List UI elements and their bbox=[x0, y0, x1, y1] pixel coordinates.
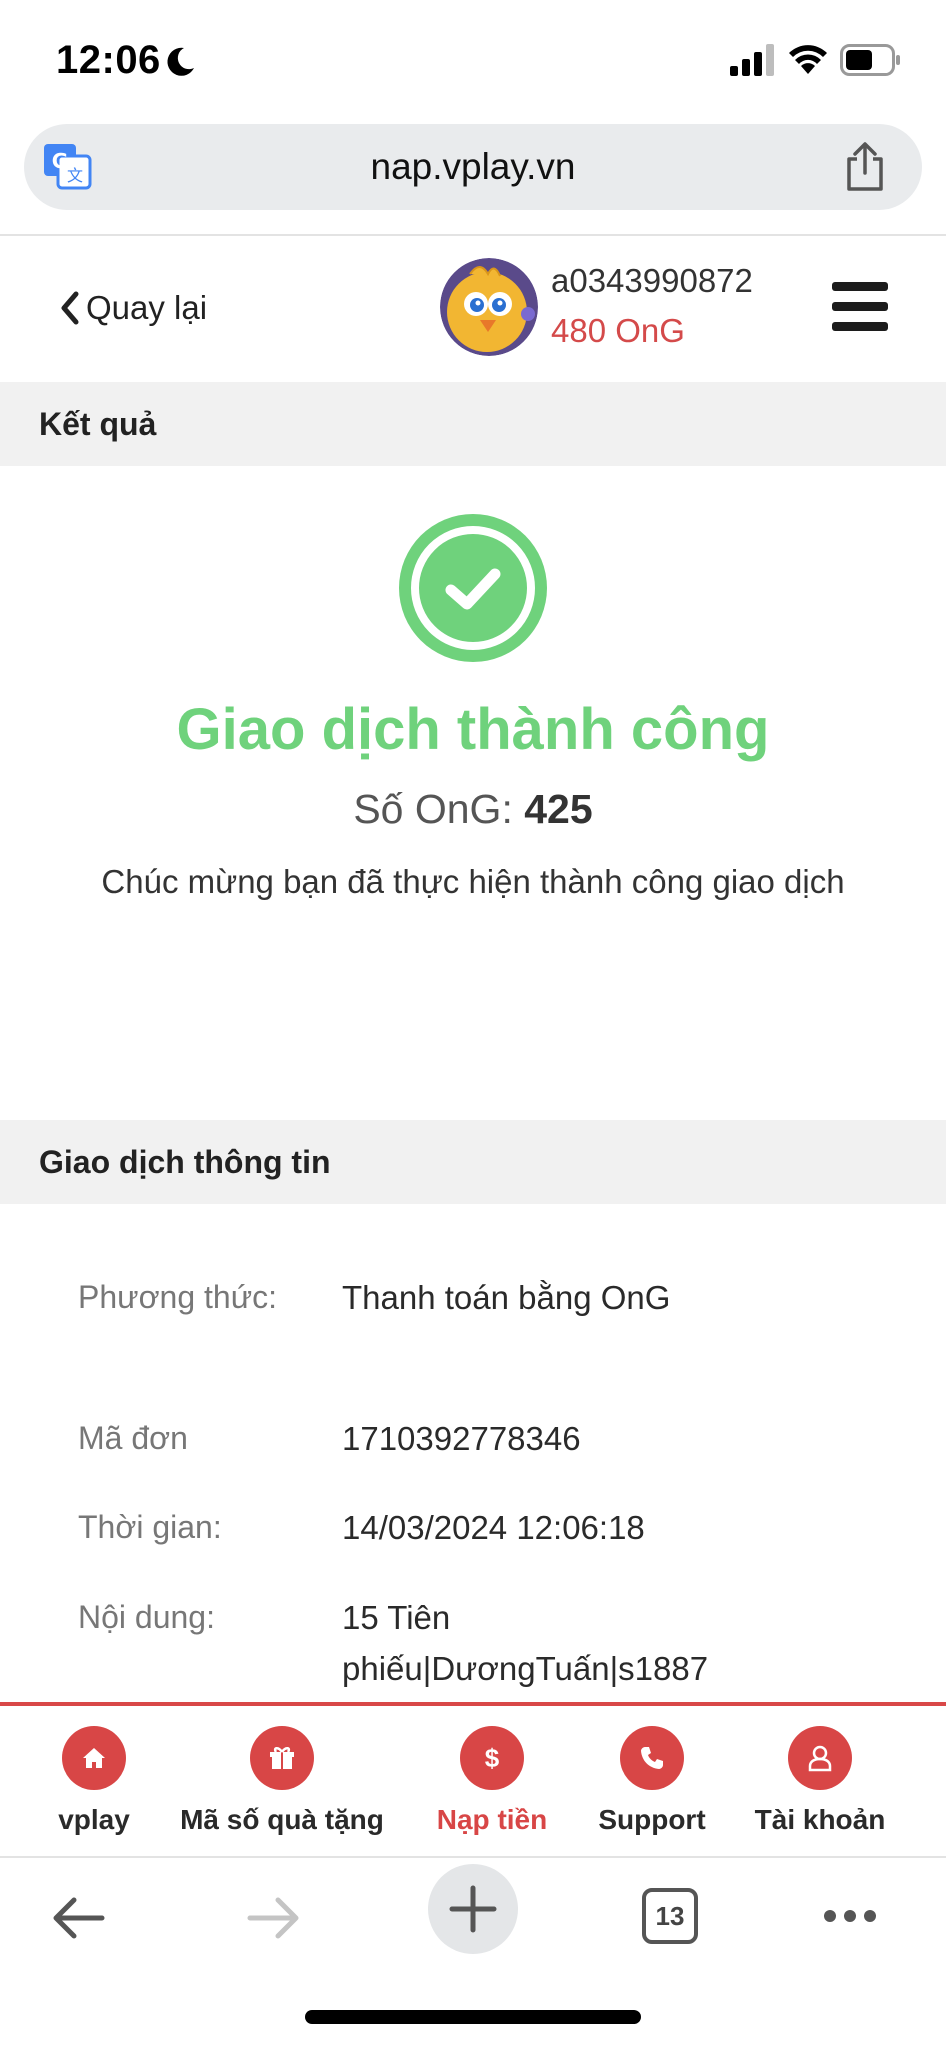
info-section-header: Giao dịch thông tin bbox=[0, 1120, 946, 1204]
chevron-left-icon bbox=[61, 291, 79, 325]
nav-label: Tài khoản bbox=[754, 1804, 886, 1835]
hamburger-menu-icon[interactable] bbox=[832, 282, 888, 332]
nav-item-support[interactable]: Support bbox=[592, 1726, 712, 1836]
nav-item-account[interactable]: Tài khoản bbox=[746, 1726, 894, 1836]
avatar[interactable] bbox=[440, 258, 538, 356]
success-title: Giao dịch thành công bbox=[176, 697, 770, 762]
cellular-signal-icon bbox=[730, 44, 774, 76]
nav-item-gift-code[interactable]: Mã số quà tặng bbox=[172, 1726, 392, 1836]
detail-value: 14/03/2024 12:06:18 bbox=[342, 1509, 645, 1546]
plus-icon bbox=[449, 1885, 497, 1933]
gift-icon bbox=[250, 1726, 314, 1790]
nav-label: vplay bbox=[58, 1804, 130, 1835]
more-icon[interactable] bbox=[822, 1908, 878, 1924]
detail-label: Nội dung: bbox=[78, 1599, 215, 1635]
wifi-icon bbox=[789, 45, 827, 74]
success-check-icon bbox=[399, 514, 547, 662]
address-bar[interactable]: G 文 nap.vplay.vn bbox=[24, 124, 922, 210]
home-icon bbox=[62, 1726, 126, 1790]
nav-item-top-up[interactable]: $ Nạp tiền bbox=[426, 1726, 558, 1836]
site-header: Quay lại a0343990872 480 OnG bbox=[0, 236, 946, 382]
browser-toolbar: 13 bbox=[0, 1860, 946, 2048]
detail-label: Thời gian: bbox=[78, 1509, 222, 1545]
user-icon bbox=[788, 1726, 852, 1790]
share-icon[interactable] bbox=[841, 141, 889, 193]
ong-amount-line: Số OnG: 425 bbox=[0, 786, 946, 833]
detail-value: 1710392778346 bbox=[342, 1420, 581, 1457]
nav-label: Support bbox=[598, 1804, 706, 1835]
detail-label: Phương thức: bbox=[78, 1279, 278, 1315]
detail-value: 15 Tiên phiếu|DươngTuấn|s1887 bbox=[342, 1599, 709, 1687]
phone-icon bbox=[620, 1726, 684, 1790]
home-indicator bbox=[305, 2010, 641, 2024]
bird-avatar-icon bbox=[440, 258, 538, 356]
info-heading: Giao dịch thông tin bbox=[39, 1144, 331, 1180]
battery-icon bbox=[840, 44, 900, 76]
status-bar: 12:06 bbox=[0, 0, 946, 118]
username: a0343990872 bbox=[551, 262, 753, 299]
back-label: Quay lại bbox=[86, 289, 208, 326]
tab-switcher-button[interactable]: 13 bbox=[642, 1888, 698, 1944]
ong-label: Số OnG: bbox=[353, 786, 513, 832]
moon-icon bbox=[167, 47, 194, 76]
success-message: Chúc mừng bạn đã thực hiện thành công gi… bbox=[101, 863, 845, 900]
nav-item-vplay[interactable]: vplay bbox=[44, 1726, 144, 1836]
detail-value: Thanh toán bằng OnG bbox=[342, 1279, 671, 1316]
nav-label: Mã số quà tặng bbox=[180, 1804, 384, 1835]
url-text[interactable]: nap.vplay.vn bbox=[24, 146, 922, 188]
nav-label: Nạp tiền bbox=[436, 1804, 548, 1835]
ong-value: 425 bbox=[524, 786, 593, 832]
back-link[interactable]: Quay lại bbox=[58, 284, 207, 332]
new-tab-button[interactable] bbox=[428, 1864, 518, 1954]
status-time: 12:06 bbox=[56, 38, 161, 82]
result-section-header: Kết quả bbox=[0, 382, 946, 466]
arrow-left-icon[interactable] bbox=[48, 1894, 108, 1942]
dollar-icon: $ bbox=[460, 1726, 524, 1790]
arrow-right-icon[interactable] bbox=[244, 1894, 304, 1942]
result-heading: Kết quả bbox=[39, 406, 157, 442]
detail-label: Mã đơn bbox=[78, 1420, 188, 1456]
bottom-nav: vplay Mã số quà tặng $ Nạp tiền Support … bbox=[0, 1702, 946, 1858]
balance: 480 OnG bbox=[551, 312, 685, 349]
